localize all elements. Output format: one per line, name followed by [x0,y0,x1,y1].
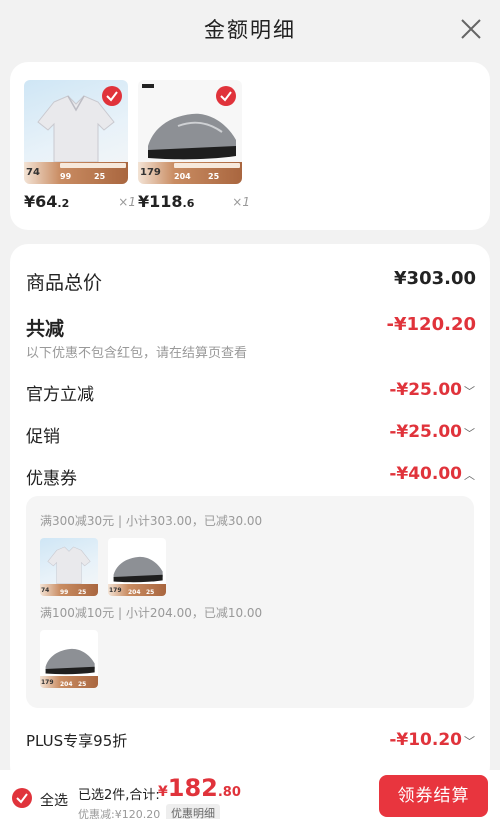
reduce-row: 共减 -¥120.20 [26,314,476,341]
reduce-value: -¥120.20 [386,314,476,335]
product-item-shirt[interactable]: 74 99 25 ¥64.2 ×1 [24,80,136,211]
coupon-product-thumb: 179 204 25 [108,538,166,596]
total-value: ¥303.00 [394,268,476,289]
selected-count: 已选2件,合计: [78,788,160,803]
close-icon[interactable] [460,18,482,40]
selected-check-icon[interactable] [216,86,236,106]
product-price: ¥64.2 [24,192,70,211]
official-discount-label: 官方立减 [26,385,94,405]
chevron-down-icon: ﹀ [464,735,475,748]
plus-discount-value[interactable]: -¥10.20 ﹀ [389,730,476,750]
product-quantity: ×1 [232,195,250,209]
promotion-value[interactable]: -¥25.00 ﹀ [389,422,476,442]
checkout-bar: 全选 已选2件,合计: ¥182.80 优惠减:¥120.20 优惠明细 领券结… [0,770,500,819]
plus-discount-row[interactable]: PLUS专享95折 -¥10.20 ﹀ [26,730,476,751]
coupon-label: 优惠券 [26,469,77,489]
discount-amount: 优惠减:¥120.20 [78,808,161,819]
product-item-shoe[interactable]: 179 204 25 ¥118.6 ×1 [138,80,250,211]
chevron-down-icon: ﹀ [464,427,475,440]
promotion-row[interactable]: 促销 -¥25.00 ﹀ [26,422,476,447]
header: 金额明细 [0,0,500,60]
plus-discount-label: PLUS专享95折 [26,732,128,750]
coupon-row[interactable]: 优惠券 -¥40.00 ︿ [26,464,476,489]
coupon-product-thumb: 74 99 25 [40,538,98,596]
chevron-up-icon: ︿ [464,469,475,482]
total-label: 商品总价 [26,272,103,294]
coupon-rule: 满300减30元 | 小计303.00，已减30.00 [40,514,263,528]
select-all-label[interactable]: 全选 [40,790,68,810]
coupon-value[interactable]: -¥40.00 ︿ [389,464,476,484]
reduce-label: 共减 [26,318,65,340]
coupon-product-thumb: 179 204 25 [40,630,98,688]
product-card: 74 99 25 ¥64.2 ×1 179 204 25 ¥118.6 ×1 [10,62,490,230]
official-discount-row[interactable]: 官方立减 -¥25.00 ﹀ [26,380,476,405]
product-thumbnail[interactable]: 179 204 25 [138,80,242,184]
promotion-label: 促销 [26,427,60,447]
coupon-rule: 满100减10元 | 小计204.00，已减10.00 [40,606,263,620]
reduce-note: 以下优惠不包含红包，请在结算页查看 [26,346,248,361]
coupon-detail-panel: 满300减30元 | 小计303.00，已减30.00 74 99 25 179 20… [26,496,474,708]
chevron-down-icon: ﹀ [464,385,475,398]
official-discount-value[interactable]: -¥25.00 ﹀ [389,380,476,400]
total-row: 商品总价 ¥303.00 [26,268,476,295]
product-quantity: ×1 [118,195,136,209]
page-title: 金额明细 [204,18,296,42]
select-all-check-icon[interactable] [12,788,32,808]
checkout-button[interactable]: 领券结算 [379,775,488,817]
total-amount: ¥182.80 [158,774,241,802]
price-banner: 74 99 25 [24,162,128,184]
product-thumbnail[interactable]: 74 99 25 [24,80,128,184]
price-banner: 179 204 25 [138,162,242,184]
selected-check-icon[interactable] [102,86,122,106]
amount-details-card: 商品总价 ¥303.00 共减 -¥120.20 以下优惠不包含红包，请在结算页… [10,244,490,784]
product-price: ¥118.6 [138,192,195,211]
discount-detail-button[interactable]: 优惠明细 [166,804,220,819]
